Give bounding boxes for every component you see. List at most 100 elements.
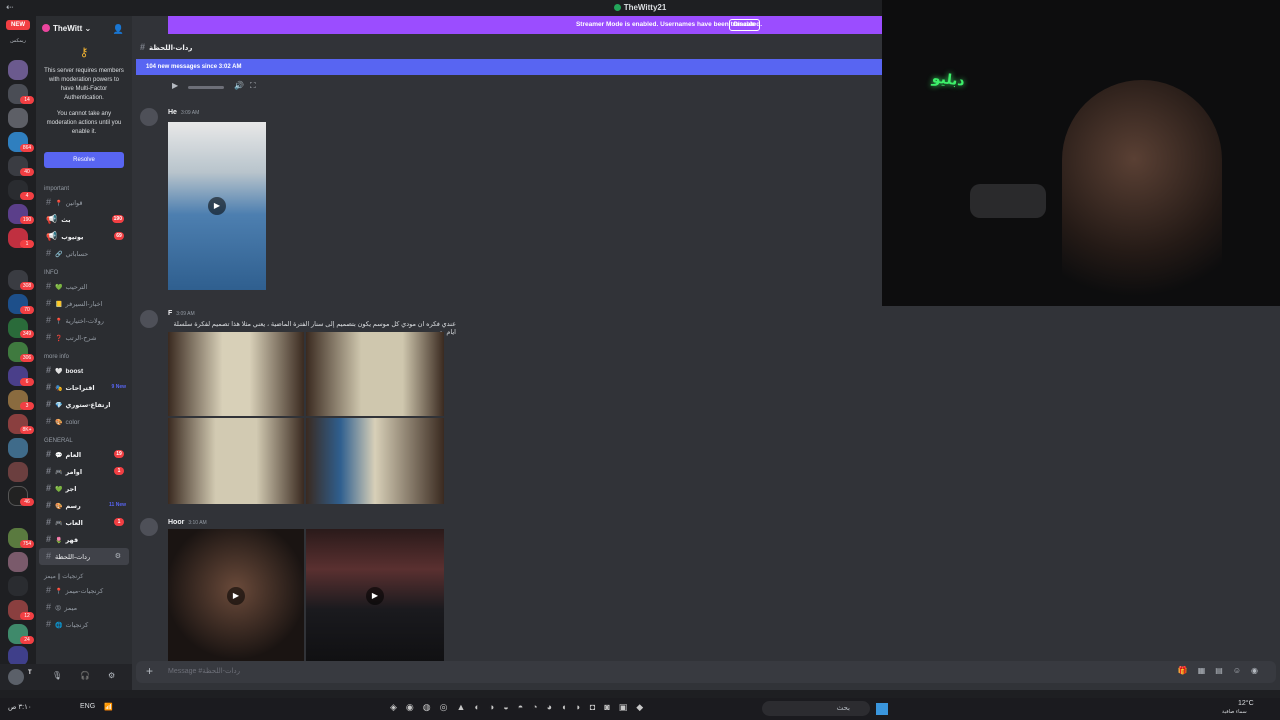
image-attachment[interactable] [168, 332, 304, 416]
add-member-icon[interactable]: 👤 [113, 24, 124, 35]
channel-item[interactable]: # 🔗 حساباتي [36, 245, 132, 262]
channel-item[interactable]: # 🌐 كرنجيات [36, 616, 132, 633]
rail-label: ريمكس [10, 38, 26, 44]
channel-item[interactable]: # 📍 رولات-اختيارية [36, 312, 132, 329]
channel-item[interactable]: 📢 بث 190 [36, 211, 132, 228]
message-input[interactable]: Message #ردات-اللحظة [168, 667, 240, 675]
message-composer[interactable]: + Message #ردات-اللحظة 🎁▦▤☺◉ [136, 661, 1276, 683]
server-avatar-icon [42, 24, 50, 32]
composer-icons[interactable]: 🎁▦▤☺◉ [1178, 666, 1268, 675]
resolve-button[interactable]: Resolve [44, 152, 124, 168]
channel-item[interactable]: # 💚 الترحيب [36, 278, 132, 295]
channel-item[interactable]: # 🎨 رسم 11 New [36, 497, 132, 514]
play-icon[interactable]: ▶ [208, 197, 226, 215]
mention-badge: 190 [111, 215, 124, 223]
server-icon[interactable] [8, 552, 28, 572]
mfa-notice: ⚷ This server requires members with mode… [36, 44, 132, 148]
server-rail: NEW ريمكس 14 864 40 4 190 1 308 70 349 3… [0, 16, 36, 666]
channel-item[interactable]: # 🌷 قهر [36, 531, 132, 548]
channel-item[interactable]: # 🤍 boost [36, 362, 132, 379]
message-author[interactable]: Hoor 3:10 AM [168, 519, 207, 526]
image-attachment[interactable] [168, 418, 304, 504]
user-panel: T 🎙 🎧 ⚙ [0, 664, 132, 690]
server-icon[interactable] [8, 462, 28, 482]
settings-gear-icon[interactable]: ⚙ [115, 548, 121, 565]
channel-title: ردات-اللحظة [149, 45, 193, 52]
progress-bar[interactable] [188, 86, 224, 89]
message-time: 3:09 AM [176, 311, 195, 317]
channel-item[interactable]: # 🎨 color [36, 413, 132, 430]
avatar[interactable] [140, 518, 158, 536]
taskbar-apps[interactable]: ◈◉◍◎▲◐◑◒◓◔◕◖◗◘◙▣◆ [390, 702, 652, 713]
channel-item[interactable]: # 💚 اجر [36, 480, 132, 497]
mfa-text: This server requires members with modera… [44, 68, 124, 101]
channel-header: # ردات-اللحظة [140, 42, 193, 52]
language-indicator[interactable]: ENG [80, 703, 95, 710]
fullscreen-icon[interactable]: ⛶ [250, 81, 256, 91]
volume-icon[interactable]: 🔊 [234, 81, 244, 90]
channel-item[interactable]: # 🎮 العاب 1 [36, 514, 132, 531]
message-author[interactable]: F 3:09 AM [168, 310, 195, 317]
avatar[interactable] [140, 108, 158, 126]
category-info[interactable]: INFO [36, 262, 132, 278]
avatar[interactable] [140, 310, 158, 328]
microphone-icon[interactable]: 🎙 [52, 671, 62, 680]
category-important[interactable]: important [36, 178, 132, 194]
channel-item[interactable]: # 💬 العام 19 [36, 446, 132, 463]
status-dot-icon [613, 4, 621, 11]
mention-badge: 1 [114, 518, 124, 526]
message-author[interactable]: He 3:09 AM [168, 109, 199, 116]
channel-item[interactable]: # ❓ شرح-الرتب [36, 329, 132, 346]
add-attachment-icon[interactable]: + [146, 664, 153, 678]
play-icon[interactable]: ▶ [227, 587, 245, 605]
video-attachment[interactable]: ▶ [168, 122, 266, 290]
settings-gear-icon[interactable]: ⚙ [108, 671, 115, 680]
channel-item[interactable]: # 📍 كرنجيات-ميمز [36, 582, 132, 599]
avatar[interactable] [8, 669, 24, 685]
weather-desc: سماء صافية [1222, 709, 1247, 715]
play-icon[interactable]: ▶ [172, 81, 178, 90]
channel-item[interactable]: 📢 يوتيوب 69 [36, 228, 132, 245]
image-attachment[interactable] [306, 418, 444, 504]
channel-item[interactable]: # 📍 قوانين [36, 194, 132, 211]
taskbar-search[interactable]: بحث [762, 701, 870, 716]
disable-streamer-button[interactable]: Disable [728, 19, 760, 31]
video-attachment[interactable]: ▶ [306, 529, 444, 663]
new-tag: 11 New [109, 502, 126, 508]
play-icon[interactable]: ▶ [366, 587, 384, 605]
server-icon[interactable] [8, 646, 28, 666]
category-general[interactable]: GENERAL [36, 430, 132, 446]
wifi-icon[interactable]: 📶 [104, 703, 113, 711]
webcam-overlay: دبليو [882, 0, 1280, 306]
start-icon[interactable] [876, 703, 888, 715]
channel-item[interactable]: # 🎮 اوامر 1 [36, 463, 132, 480]
server-icon[interactable] [8, 108, 28, 128]
message-time: 3:10 AM [188, 520, 207, 526]
weather[interactable]: 12°C [1238, 700, 1254, 707]
channel-item-active[interactable]: # ردات-اللحظة ⚙ [39, 548, 129, 565]
server-header[interactable]: TheWitt ⌄ 👤 [36, 16, 132, 44]
channel-item[interactable]: # 📒 اخبار-السيرفر [36, 295, 132, 312]
message-time: 3:09 AM [180, 110, 200, 116]
new-messages-bar[interactable]: 104 new messages since 3:02 AM [136, 59, 882, 75]
neon-sign: دبليو [931, 70, 966, 90]
channel-item[interactable]: # 🎭 اقتراحات 9 New [36, 379, 132, 396]
category-more-info[interactable]: more info [36, 346, 132, 362]
key-icon: ⚷ [79, 45, 89, 59]
media-controls: ▶ 🔊 ⛶ [168, 79, 264, 95]
streamer-mode-banner: Streamer Mode is enabled. Usernames have… [168, 16, 882, 34]
server-icon[interactable] [8, 60, 28, 80]
video-attachment[interactable]: ▶ [168, 529, 304, 663]
headphones-icon[interactable]: 🎧 [80, 671, 90, 680]
server-icon[interactable] [8, 438, 28, 458]
mfa-text-2: You cannot take any moderation actions u… [46, 111, 122, 135]
category-clips[interactable]: كرنجيات || ميمز [36, 565, 132, 582]
microphone-prop [970, 184, 1046, 218]
channel-item[interactable]: # 💎 ارتفاع-ستوري [36, 396, 132, 413]
image-attachment[interactable] [306, 332, 444, 416]
server-icon[interactable] [8, 576, 28, 596]
streamer-figure [1062, 80, 1222, 306]
new-tag: 9 New [111, 384, 126, 390]
new-badge[interactable]: NEW [6, 20, 30, 30]
channel-item[interactable]: # 😡 ميمز [36, 599, 132, 616]
